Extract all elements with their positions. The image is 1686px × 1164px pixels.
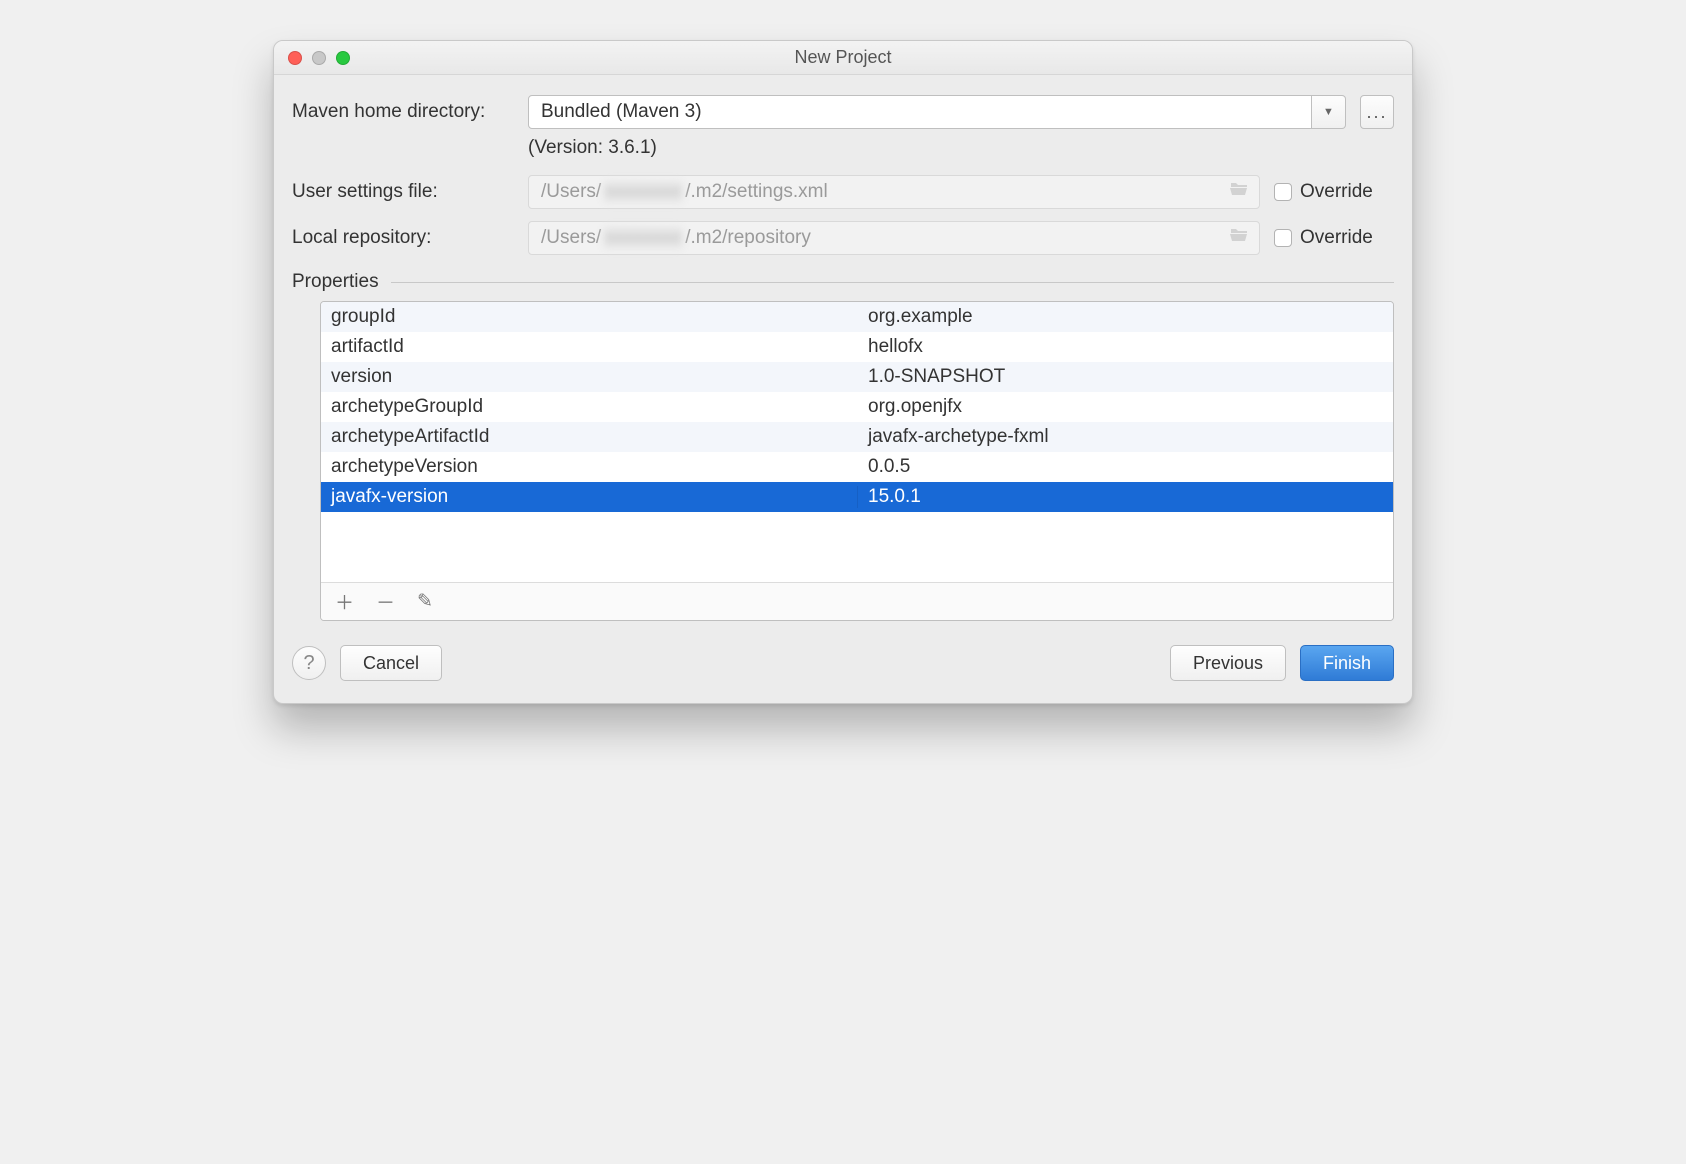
maven-home-browse-button[interactable]: ... <box>1360 95 1394 129</box>
table-row[interactable]: version1.0-SNAPSHOT <box>321 362 1393 392</box>
table-row[interactable]: javafx-version15.0.1 <box>321 482 1393 512</box>
user-settings-override[interactable]: Override <box>1274 181 1394 203</box>
table-row[interactable]: archetypeArtifactIdjavafx-archetype-fxml <box>321 422 1393 452</box>
maven-home-value[interactable]: Bundled (Maven 3) <box>528 95 1312 129</box>
local-repo-path-suffix: /.m2/repository <box>685 227 811 249</box>
separator <box>391 282 1394 283</box>
table-row[interactable]: groupIdorg.example <box>321 302 1393 332</box>
close-icon[interactable] <box>288 51 302 65</box>
dialog-window: New Project Maven home directory: Bundle… <box>273 40 1413 704</box>
properties-header: Properties <box>292 271 1394 293</box>
maven-home-combo[interactable]: Bundled (Maven 3) ▼ <box>528 95 1346 129</box>
local-repo-row: Local repository: /Users/ xxxxxxxx /.m2/… <box>292 221 1394 255</box>
minimize-icon <box>312 51 326 65</box>
pencil-icon: ✎ <box>417 591 433 612</box>
property-value: 1.0-SNAPSHOT <box>857 366 1393 388</box>
help-button[interactable]: ? <box>292 646 326 680</box>
property-value: org.example <box>857 306 1393 328</box>
local-repo-field: /Users/ xxxxxxxx /.m2/repository <box>528 221 1260 255</box>
chevron-down-icon: ▼ <box>1323 106 1334 118</box>
user-settings-override-label: Override <box>1300 181 1373 203</box>
table-row[interactable]: artifactIdhellofx <box>321 332 1393 362</box>
user-settings-row: User settings file: /Users/ xxxxxxxx /.m… <box>292 175 1394 209</box>
zoom-icon[interactable] <box>336 51 350 65</box>
add-button[interactable]: ＋ <box>335 588 354 615</box>
property-key: version <box>321 366 857 388</box>
table-row[interactable]: archetypeVersion0.0.5 <box>321 452 1393 482</box>
property-value: org.openjfx <box>857 396 1393 418</box>
local-repo-path-prefix: /Users/ <box>541 227 601 249</box>
properties-table: groupIdorg.exampleartifactIdhellofxversi… <box>320 301 1394 621</box>
previous-button[interactable]: Previous <box>1170 645 1286 681</box>
cancel-button[interactable]: Cancel <box>340 645 442 681</box>
property-key: archetypeGroupId <box>321 396 857 418</box>
property-value: hellofx <box>857 336 1393 358</box>
maven-home-row: Maven home directory: Bundled (Maven 3) … <box>292 95 1394 129</box>
user-settings-override-checkbox[interactable] <box>1274 183 1292 201</box>
properties-toolbar: ＋ － ✎ <box>321 582 1393 620</box>
maven-home-dropdown-button[interactable]: ▼ <box>1312 95 1346 129</box>
properties-title: Properties <box>292 271 379 293</box>
table-row[interactable]: archetypeGroupIdorg.openjfx <box>321 392 1393 422</box>
dialog-button-bar: ? Cancel Previous Finish <box>274 621 1412 703</box>
property-value: 15.0.1 <box>857 486 1393 508</box>
property-key: javafx-version <box>321 486 857 508</box>
user-settings-path-suffix: /.m2/settings.xml <box>685 181 828 203</box>
local-repo-path-redacted: xxxxxxxx <box>603 227 683 249</box>
property-value: javafx-archetype-fxml <box>857 426 1393 448</box>
local-repo-override-label: Override <box>1300 227 1373 249</box>
user-settings-path-prefix: /Users/ <box>541 181 601 203</box>
user-settings-path-redacted: xxxxxxxx <box>603 181 683 203</box>
local-repo-label: Local repository: <box>292 227 514 249</box>
folder-open-icon <box>1229 227 1249 249</box>
finish-button[interactable]: Finish <box>1300 645 1394 681</box>
property-key: groupId <box>321 306 857 328</box>
user-settings-label: User settings file: <box>292 181 514 203</box>
window-controls <box>288 51 350 65</box>
user-settings-field: /Users/ xxxxxxxx /.m2/settings.xml <box>528 175 1260 209</box>
plus-icon: ＋ <box>335 593 354 614</box>
maven-home-label: Maven home directory: <box>292 101 514 123</box>
edit-button[interactable]: ✎ <box>417 590 433 613</box>
minus-icon: － <box>376 593 395 614</box>
property-key: artifactId <box>321 336 857 358</box>
window-title: New Project <box>794 47 891 68</box>
property-key: archetypeArtifactId <box>321 426 857 448</box>
remove-button[interactable]: － <box>376 588 395 615</box>
local-repo-override[interactable]: Override <box>1274 227 1394 249</box>
properties-body[interactable]: groupIdorg.exampleartifactIdhellofxversi… <box>321 302 1393 582</box>
property-value: 0.0.5 <box>857 456 1393 478</box>
folder-open-icon <box>1229 181 1249 203</box>
dialog-content: Maven home directory: Bundled (Maven 3) … <box>274 75 1412 621</box>
local-repo-override-checkbox[interactable] <box>1274 229 1292 247</box>
property-key: archetypeVersion <box>321 456 857 478</box>
titlebar: New Project <box>274 41 1412 75</box>
maven-version-note: (Version: 3.6.1) <box>528 137 1394 159</box>
